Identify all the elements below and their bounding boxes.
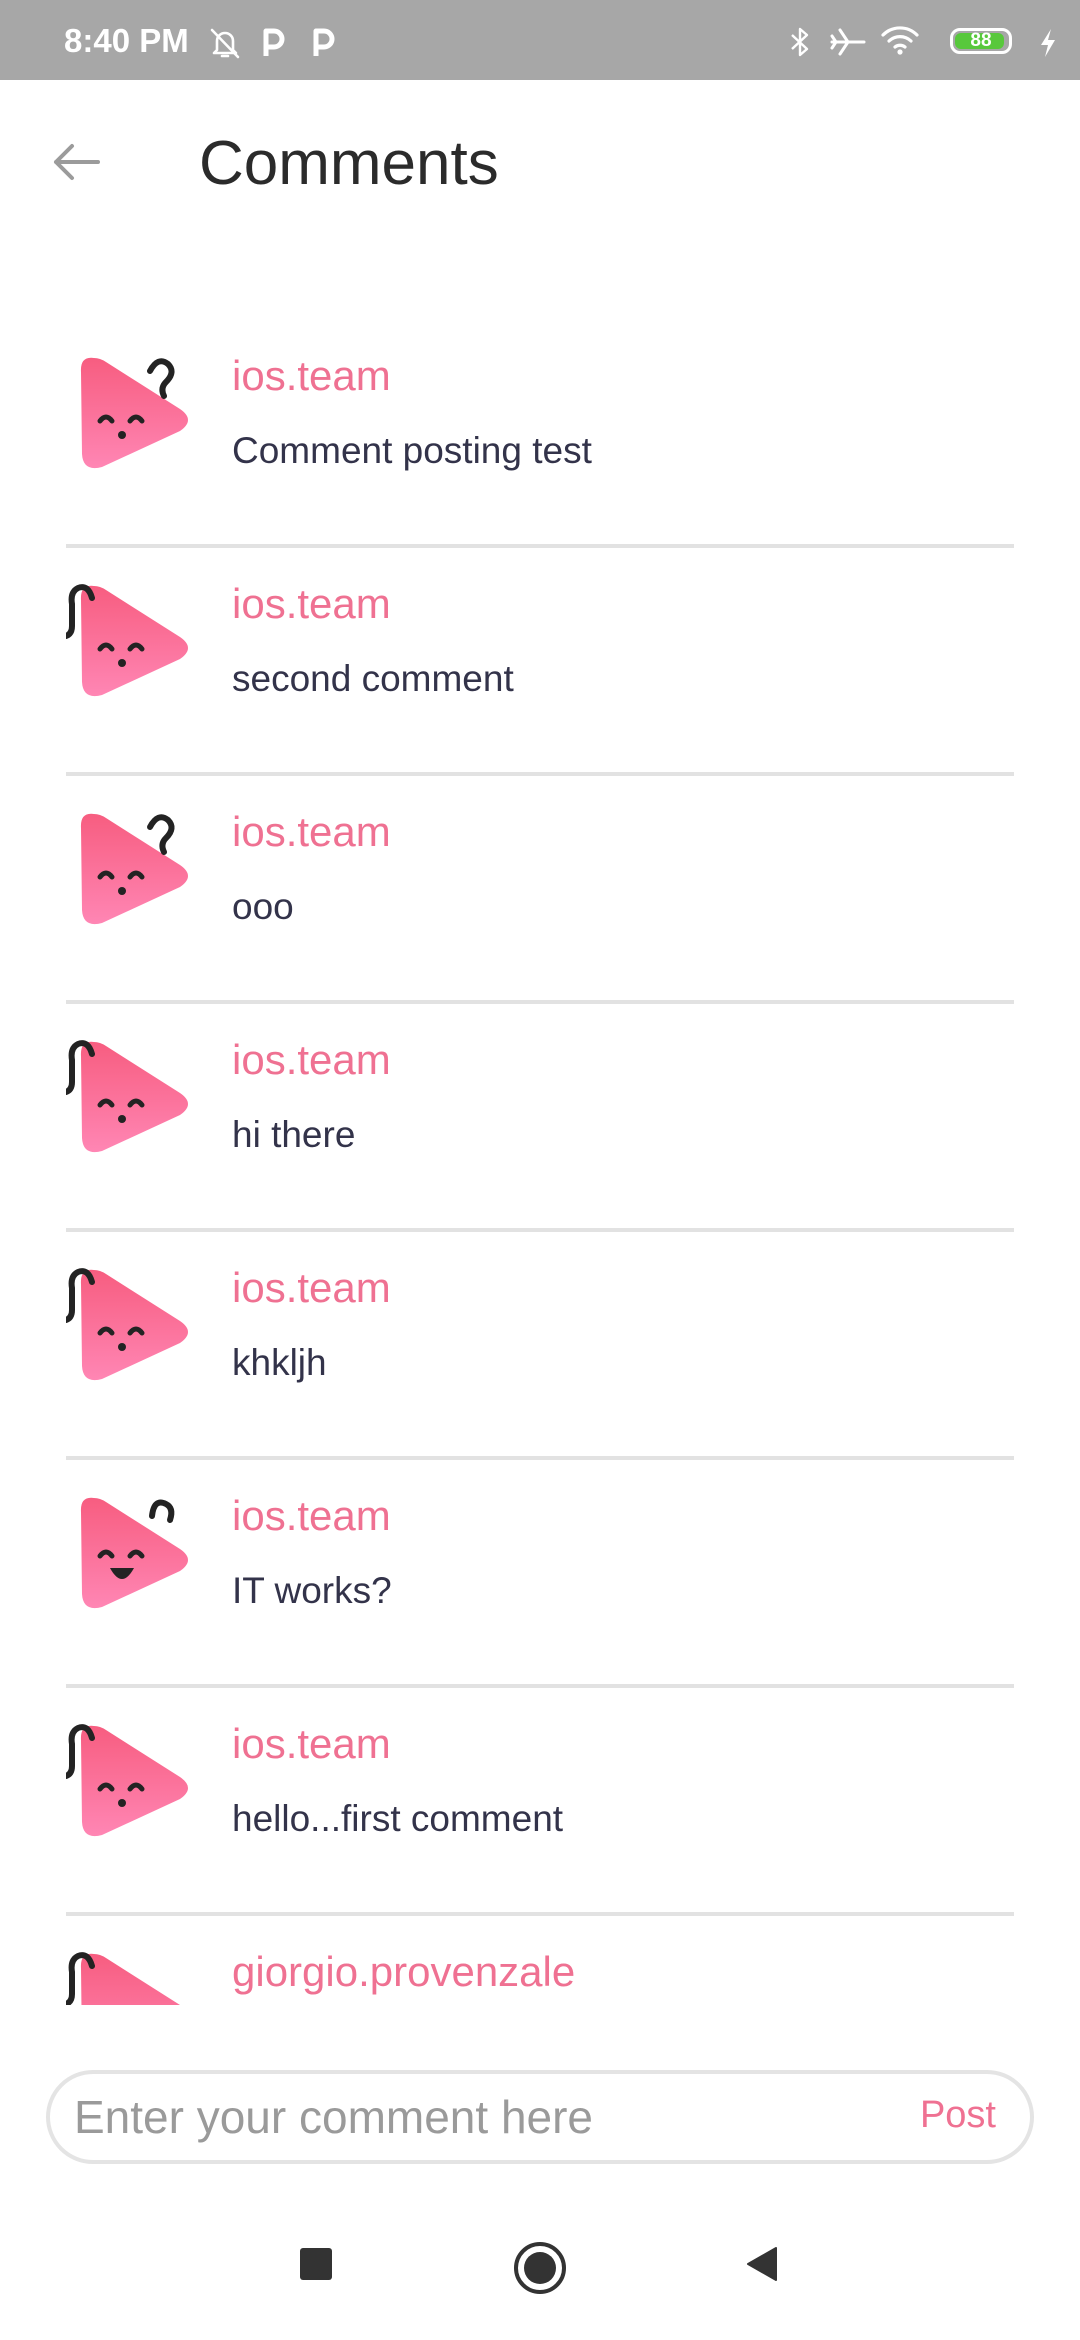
comment-item[interactable]: ios.team hello...first comment <box>0 1688 1080 1916</box>
comment-author[interactable]: giorgio.provenzale <box>232 1948 575 1996</box>
comment-text: IT works? <box>232 1570 392 1611</box>
page-title: Comments <box>199 129 499 198</box>
back-button[interactable] <box>44 130 108 194</box>
home-circle-icon[interactable] <box>512 2240 568 2296</box>
status-time: 8:40 PM <box>64 22 189 59</box>
airplane-icon <box>830 28 866 56</box>
battery-level: 88 <box>970 30 992 51</box>
strawberry-sleepy-icon <box>80 357 188 469</box>
comment-item[interactable]: ios.team ooo <box>0 776 1080 1004</box>
comment-text: ooo <box>232 886 294 927</box>
comment-author[interactable]: ios.team <box>232 580 391 628</box>
strawberry-curl-icon <box>66 584 188 697</box>
comment-author[interactable]: ios.team <box>232 1036 391 1084</box>
comment-item[interactable]: ios.team hi there <box>0 1004 1080 1232</box>
parking-icon <box>313 28 335 56</box>
wifi-icon <box>881 26 919 55</box>
comment-author[interactable]: ios.team <box>232 1720 391 1768</box>
recents-square-icon[interactable] <box>296 2244 336 2284</box>
strawberry-curl-icon <box>66 1724 188 1837</box>
status-bar: 8:40 PM 88 <box>0 0 1080 80</box>
charging-icon <box>1041 29 1055 57</box>
comment-text: hello...first comment <box>232 1798 564 1839</box>
system-nav-bar <box>0 2200 1080 2340</box>
comment-author[interactable]: ios.team <box>232 1492 391 1540</box>
avatar[interactable] <box>66 578 196 708</box>
strawberry-smile-icon <box>80 1497 188 1609</box>
bell-off-icon <box>210 28 240 59</box>
status-right-icons: 88 <box>788 24 1058 60</box>
comment-author[interactable]: ios.team <box>232 1264 391 1312</box>
comment-list[interactable]: ios.team Comment posting test ios.team s… <box>0 320 1080 2005</box>
post-button[interactable]: Post <box>920 2094 996 2137</box>
avatar[interactable] <box>66 1490 196 1620</box>
comment-item[interactable]: ios.team Comment posting test <box>0 320 1080 548</box>
comment-text: hi there <box>232 1114 356 1155</box>
comment-input-bar: Post <box>46 2070 1034 2164</box>
arrow-left-icon <box>54 144 100 180</box>
comment-item[interactable]: ios.team khkljh <box>0 1232 1080 1460</box>
parking-icon <box>263 28 285 56</box>
strawberry-curl-icon <box>66 1952 180 2005</box>
avatar[interactable] <box>66 806 196 936</box>
strawberry-curl-icon <box>66 1040 188 1153</box>
back-triangle-icon[interactable] <box>742 2244 782 2284</box>
bluetooth-icon <box>791 27 809 57</box>
strawberry-curl-icon <box>66 1268 188 1381</box>
avatar[interactable] <box>66 1946 196 2005</box>
comment-text: Comment posting test <box>232 430 592 471</box>
comment-author[interactable]: ios.team <box>232 808 391 856</box>
battery-icon: 88 <box>950 28 1012 54</box>
avatar[interactable] <box>66 350 196 480</box>
avatar[interactable] <box>66 1262 196 1392</box>
comment-text: khkljh <box>232 1342 327 1383</box>
strawberry-sleepy-icon <box>80 813 188 925</box>
avatar[interactable] <box>66 1718 196 1848</box>
comment-author[interactable]: ios.team <box>232 352 391 400</box>
comment-input[interactable] <box>74 2086 794 2148</box>
comment-item[interactable]: ios.team IT works? <box>0 1460 1080 1688</box>
comment-item[interactable]: ios.team second comment <box>0 548 1080 776</box>
comment-text: second comment <box>232 658 514 699</box>
avatar[interactable] <box>66 1034 196 1164</box>
app-header: Comments <box>0 80 1080 240</box>
comment-item[interactable]: giorgio.provenzale <box>0 1916 1080 2005</box>
